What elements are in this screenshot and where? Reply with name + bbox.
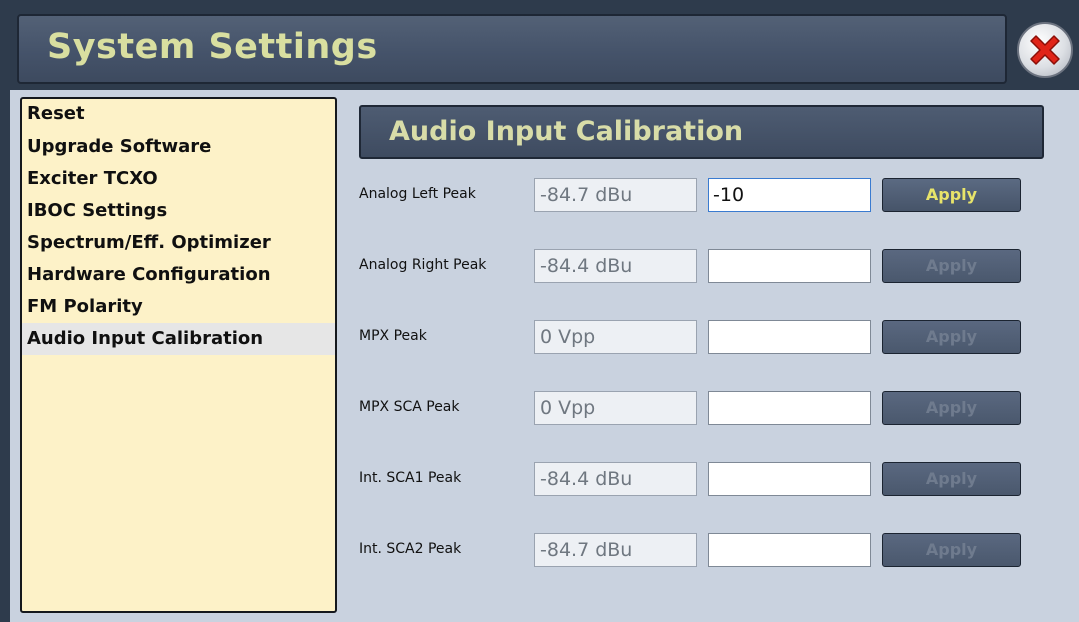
row-label: Int. SCA2 Peak bbox=[359, 541, 462, 557]
apply-button[interactable]: Apply bbox=[882, 391, 1021, 425]
calibration-row-analog-left: Analog Left Peak -84.7 dBu Apply bbox=[10, 178, 1079, 214]
calibration-input[interactable] bbox=[708, 178, 871, 212]
row-label: Analog Left Peak bbox=[359, 186, 476, 202]
calibration-row-int-sca2: Int. SCA2 Peak -84.7 dBu Apply bbox=[10, 533, 1079, 569]
panel-title: Audio Input Calibration bbox=[389, 116, 744, 147]
calibration-row-analog-right: Analog Right Peak -84.4 dBu Apply bbox=[10, 249, 1079, 285]
peak-readout: -84.7 dBu bbox=[534, 533, 697, 567]
calibration-input[interactable] bbox=[708, 320, 871, 354]
settings-content: Reset Upgrade Software Exciter TCXO IBOC… bbox=[10, 90, 1079, 622]
calibration-input[interactable] bbox=[708, 462, 871, 496]
system-settings-window: System Settings Reset Upgrade Software E… bbox=[0, 0, 1079, 622]
calibration-input[interactable] bbox=[708, 533, 871, 567]
calibration-row-int-sca1: Int. SCA1 Peak -84.4 dBu Apply bbox=[10, 462, 1079, 498]
apply-button[interactable]: Apply bbox=[882, 178, 1021, 212]
row-label: Analog Right Peak bbox=[359, 257, 487, 273]
row-label: MPX Peak bbox=[359, 328, 427, 344]
row-label: Int. SCA1 Peak bbox=[359, 470, 462, 486]
apply-button[interactable]: Apply bbox=[882, 320, 1021, 354]
calibration-input[interactable] bbox=[708, 391, 871, 425]
calibration-input[interactable] bbox=[708, 249, 871, 283]
apply-button[interactable]: Apply bbox=[882, 533, 1021, 567]
peak-readout: 0 Vpp bbox=[534, 320, 697, 354]
row-label: MPX SCA Peak bbox=[359, 399, 460, 415]
apply-button[interactable]: Apply bbox=[882, 249, 1021, 283]
peak-readout: -84.4 dBu bbox=[534, 249, 697, 283]
sidebar-item-reset[interactable]: Reset bbox=[22, 103, 335, 131]
sidebar-item-upgrade-software[interactable]: Upgrade Software bbox=[22, 131, 335, 163]
peak-readout: 0 Vpp bbox=[534, 391, 697, 425]
title-bar: System Settings bbox=[17, 14, 1007, 84]
peak-readout: -84.4 dBu bbox=[534, 462, 697, 496]
calibration-row-mpx: MPX Peak 0 Vpp Apply bbox=[10, 320, 1079, 356]
apply-button[interactable]: Apply bbox=[882, 462, 1021, 496]
panel-header: Audio Input Calibration bbox=[359, 105, 1044, 159]
peak-readout: -84.7 dBu bbox=[534, 178, 697, 212]
window-title: System Settings bbox=[47, 27, 378, 67]
calibration-row-mpx-sca: MPX SCA Peak 0 Vpp Apply bbox=[10, 391, 1079, 427]
close-icon bbox=[1030, 35, 1060, 65]
close-button[interactable] bbox=[1017, 22, 1073, 78]
sidebar-item-fm-polarity[interactable]: FM Polarity bbox=[22, 291, 335, 323]
